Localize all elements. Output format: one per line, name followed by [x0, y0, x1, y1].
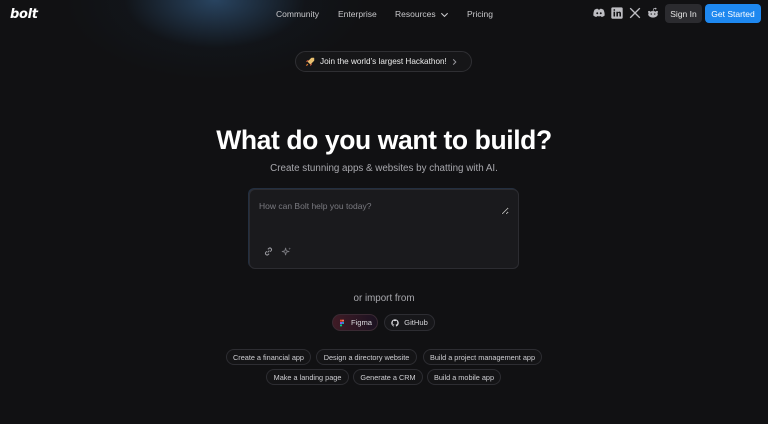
nav-pricing[interactable]: Pricing [467, 9, 493, 19]
suggestion-chip[interactable]: Design a directory website [316, 349, 417, 365]
suggestion-chip[interactable]: Build a mobile app [427, 369, 501, 385]
import-github-button[interactable]: GitHub [384, 314, 435, 331]
import-label: or import from [353, 293, 415, 304]
page-title: What do you want to build? [216, 125, 552, 155]
chevron-right-icon [452, 58, 457, 65]
suggestion-chip[interactable]: Generate a CRM [353, 369, 423, 385]
nav-enterprise[interactable]: Enterprise [338, 9, 377, 19]
suggestion-chip[interactable]: Create a financial app [226, 349, 311, 365]
suggestion-chip[interactable]: Make a landing page [266, 369, 349, 385]
discord-icon[interactable] [592, 6, 606, 20]
sign-in-button[interactable]: Sign In [665, 4, 702, 23]
x-icon[interactable] [628, 6, 642, 20]
github-label: GitHub [404, 318, 428, 327]
chevron-down-icon [440, 12, 449, 17]
nav-resources[interactable]: Resources [395, 9, 449, 19]
figma-label: Figma [350, 318, 373, 327]
import-figma-button[interactable]: Figma [332, 314, 378, 331]
suggestion-chip[interactable]: Build a project management app [423, 349, 542, 365]
banner-text: Join the world’s largest Hackathon! [320, 57, 447, 66]
sparkle-icon[interactable] [281, 246, 292, 257]
prompt-box[interactable] [249, 189, 519, 269]
linkedin-icon[interactable] [610, 6, 624, 20]
reddit-icon[interactable] [646, 6, 660, 20]
page: bolt Community Enterprise Resources Pric… [0, 0, 768, 424]
figma-icon [339, 319, 344, 326]
nav-resources-label: Resources [395, 9, 436, 19]
link-icon[interactable] [263, 246, 274, 257]
bolt-logo[interactable]: bolt [10, 7, 38, 22]
nav-community[interactable]: Community [276, 9, 319, 19]
github-icon [391, 318, 399, 327]
page-subtitle: Create stunning apps & websites by chatt… [270, 163, 498, 174]
prompt-input[interactable] [259, 201, 509, 215]
rocket-icon [305, 57, 315, 66]
hackathon-banner[interactable]: Join the world’s largest Hackathon! [295, 51, 472, 72]
get-started-button[interactable]: Get Started [705, 4, 761, 23]
